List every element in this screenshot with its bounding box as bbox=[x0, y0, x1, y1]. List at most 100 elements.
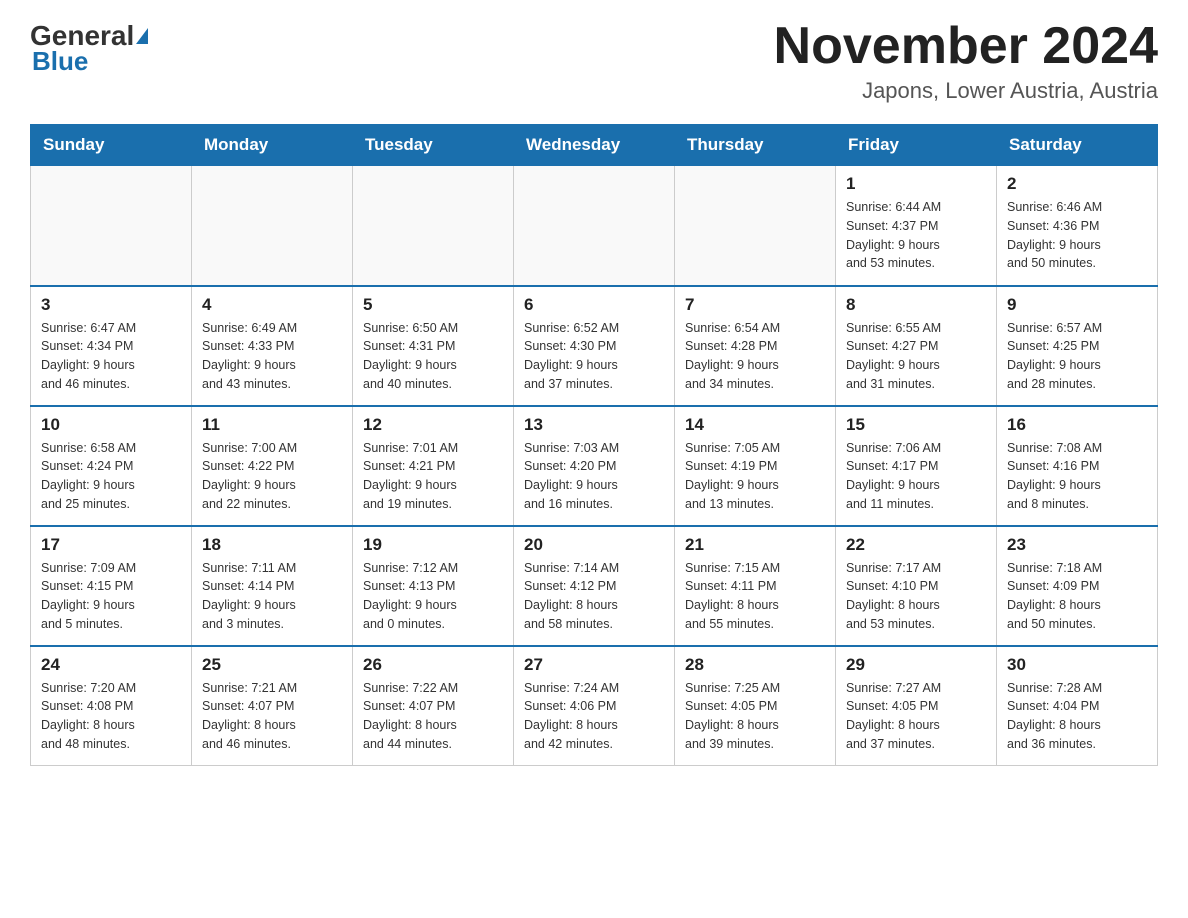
header: General Blue November 2024 Japons, Lower… bbox=[30, 20, 1158, 104]
calendar-cell: 7 Sunrise: 6:54 AM Sunset: 4:28 PM Daylig… bbox=[675, 286, 836, 406]
day-info: Sunrise: 7:15 AM Sunset: 4:11 PM Dayligh… bbox=[685, 559, 825, 634]
day-info: Sunrise: 7:05 AM Sunset: 4:19 PM Dayligh… bbox=[685, 439, 825, 514]
calendar-cell: 27 Sunrise: 7:24 AM Sunset: 4:06 PM Dayli… bbox=[514, 646, 675, 766]
day-number: 30 bbox=[1007, 655, 1147, 675]
calendar-cell: 20Sunrise: 7:14 AM Sunset: 4:12 PM Dayli… bbox=[514, 526, 675, 646]
calendar-cell: 12 Sunrise: 7:01 AM Sunset: 4:21 PM Dayli… bbox=[353, 406, 514, 526]
calendar-cell: 11 Sunrise: 7:00 AM Sunset: 4:22 PM Dayli… bbox=[192, 406, 353, 526]
calendar-cell: 30 Sunrise: 7:28 AM Sunset: 4:04 PM Dayli… bbox=[997, 646, 1158, 766]
day-number: 3 bbox=[41, 295, 181, 315]
calendar-cell: 10Sunrise: 6:58 AM Sunset: 4:24 PM Dayli… bbox=[31, 406, 192, 526]
day-info: Sunrise: 6:49 AM Sunset: 4:33 PM Dayligh… bbox=[202, 319, 342, 394]
day-info: Sunrise: 7:00 AM Sunset: 4:22 PM Dayligh… bbox=[202, 439, 342, 514]
day-number: 1 bbox=[846, 174, 986, 194]
day-number: 26 bbox=[363, 655, 503, 675]
day-info: Sunrise: 6:55 AM Sunset: 4:27 PM Dayligh… bbox=[846, 319, 986, 394]
day-info: Sunrise: 7:03 AM Sunset: 4:20 PM Dayligh… bbox=[524, 439, 664, 514]
calendar-cell: 9Sunrise: 6:57 AM Sunset: 4:25 PM Daylig… bbox=[997, 286, 1158, 406]
calendar-cell bbox=[675, 166, 836, 286]
day-info: Sunrise: 7:20 AM Sunset: 4:08 PM Dayligh… bbox=[41, 679, 181, 754]
calendar-cell: 26 Sunrise: 7:22 AM Sunset: 4:07 PM Dayli… bbox=[353, 646, 514, 766]
location-subtitle: Japons, Lower Austria, Austria bbox=[774, 78, 1158, 104]
day-number: 14 bbox=[685, 415, 825, 435]
day-info: Sunrise: 7:17 AM Sunset: 4:10 PM Dayligh… bbox=[846, 559, 986, 634]
weekday-header-tuesday: Tuesday bbox=[353, 125, 514, 166]
day-number: 10 bbox=[41, 415, 181, 435]
month-year-title: November 2024 bbox=[774, 20, 1158, 72]
day-info: Sunrise: 7:08 AM Sunset: 4:16 PM Dayligh… bbox=[1007, 439, 1147, 514]
calendar-cell: 3 Sunrise: 6:47 AM Sunset: 4:34 PM Daylig… bbox=[31, 286, 192, 406]
calendar-cell: 16 Sunrise: 7:08 AM Sunset: 4:16 PM Dayli… bbox=[997, 406, 1158, 526]
day-info: Sunrise: 7:22 AM Sunset: 4:07 PM Dayligh… bbox=[363, 679, 503, 754]
day-info: Sunrise: 6:52 AM Sunset: 4:30 PM Dayligh… bbox=[524, 319, 664, 394]
day-info: Sunrise: 7:25 AM Sunset: 4:05 PM Dayligh… bbox=[685, 679, 825, 754]
day-info: Sunrise: 6:50 AM Sunset: 4:31 PM Dayligh… bbox=[363, 319, 503, 394]
calendar-cell: 5Sunrise: 6:50 AM Sunset: 4:31 PM Daylig… bbox=[353, 286, 514, 406]
day-number: 12 bbox=[363, 415, 503, 435]
calendar-cell: 18 Sunrise: 7:11 AM Sunset: 4:14 PM Dayli… bbox=[192, 526, 353, 646]
calendar-cell: 4Sunrise: 6:49 AM Sunset: 4:33 PM Daylig… bbox=[192, 286, 353, 406]
weekday-header-row: SundayMondayTuesdayWednesdayThursdayFrid… bbox=[31, 125, 1158, 166]
calendar-week-row: 17 Sunrise: 7:09 AM Sunset: 4:15 PM Dayli… bbox=[31, 526, 1158, 646]
weekday-header-monday: Monday bbox=[192, 125, 353, 166]
calendar-cell: 28Sunrise: 7:25 AM Sunset: 4:05 PM Dayli… bbox=[675, 646, 836, 766]
logo-triangle-icon bbox=[136, 28, 148, 44]
day-info: Sunrise: 7:21 AM Sunset: 4:07 PM Dayligh… bbox=[202, 679, 342, 754]
calendar-cell: 1 Sunrise: 6:44 AM Sunset: 4:37 PM Daylig… bbox=[836, 166, 997, 286]
day-info: Sunrise: 6:47 AM Sunset: 4:34 PM Dayligh… bbox=[41, 319, 181, 394]
calendar-cell bbox=[31, 166, 192, 286]
day-number: 8 bbox=[846, 295, 986, 315]
title-area: November 2024 Japons, Lower Austria, Aus… bbox=[774, 20, 1158, 104]
calendar-cell: 8 Sunrise: 6:55 AM Sunset: 4:27 PM Daylig… bbox=[836, 286, 997, 406]
calendar-cell: 21 Sunrise: 7:15 AM Sunset: 4:11 PM Dayli… bbox=[675, 526, 836, 646]
day-number: 11 bbox=[202, 415, 342, 435]
calendar-cell: 13 Sunrise: 7:03 AM Sunset: 4:20 PM Dayli… bbox=[514, 406, 675, 526]
logo-blue: Blue bbox=[30, 46, 88, 77]
calendar-cell: 29 Sunrise: 7:27 AM Sunset: 4:05 PM Dayli… bbox=[836, 646, 997, 766]
calendar-cell: 19 Sunrise: 7:12 AM Sunset: 4:13 PM Dayli… bbox=[353, 526, 514, 646]
day-number: 17 bbox=[41, 535, 181, 555]
calendar-week-row: 1 Sunrise: 6:44 AM Sunset: 4:37 PM Daylig… bbox=[31, 166, 1158, 286]
calendar-cell: 17 Sunrise: 7:09 AM Sunset: 4:15 PM Dayli… bbox=[31, 526, 192, 646]
calendar-cell: 15Sunrise: 7:06 AM Sunset: 4:17 PM Dayli… bbox=[836, 406, 997, 526]
day-info: Sunrise: 6:57 AM Sunset: 4:25 PM Dayligh… bbox=[1007, 319, 1147, 394]
day-number: 22 bbox=[846, 535, 986, 555]
weekday-header-wednesday: Wednesday bbox=[514, 125, 675, 166]
day-number: 27 bbox=[524, 655, 664, 675]
day-number: 23 bbox=[1007, 535, 1147, 555]
day-info: Sunrise: 7:27 AM Sunset: 4:05 PM Dayligh… bbox=[846, 679, 986, 754]
weekday-header-thursday: Thursday bbox=[675, 125, 836, 166]
calendar-cell: 23 Sunrise: 7:18 AM Sunset: 4:09 PM Dayli… bbox=[997, 526, 1158, 646]
day-number: 29 bbox=[846, 655, 986, 675]
calendar-week-row: 3 Sunrise: 6:47 AM Sunset: 4:34 PM Daylig… bbox=[31, 286, 1158, 406]
day-info: Sunrise: 7:28 AM Sunset: 4:04 PM Dayligh… bbox=[1007, 679, 1147, 754]
day-number: 20 bbox=[524, 535, 664, 555]
day-info: Sunrise: 7:09 AM Sunset: 4:15 PM Dayligh… bbox=[41, 559, 181, 634]
day-info: Sunrise: 7:24 AM Sunset: 4:06 PM Dayligh… bbox=[524, 679, 664, 754]
calendar-week-row: 24Sunrise: 7:20 AM Sunset: 4:08 PM Dayli… bbox=[31, 646, 1158, 766]
day-info: Sunrise: 7:18 AM Sunset: 4:09 PM Dayligh… bbox=[1007, 559, 1147, 634]
day-number: 15 bbox=[846, 415, 986, 435]
day-number: 7 bbox=[685, 295, 825, 315]
calendar-cell bbox=[353, 166, 514, 286]
day-number: 18 bbox=[202, 535, 342, 555]
day-number: 16 bbox=[1007, 415, 1147, 435]
day-info: Sunrise: 7:01 AM Sunset: 4:21 PM Dayligh… bbox=[363, 439, 503, 514]
day-number: 25 bbox=[202, 655, 342, 675]
day-info: Sunrise: 6:44 AM Sunset: 4:37 PM Dayligh… bbox=[846, 198, 986, 273]
day-number: 2 bbox=[1007, 174, 1147, 194]
weekday-header-saturday: Saturday bbox=[997, 125, 1158, 166]
day-number: 13 bbox=[524, 415, 664, 435]
calendar-cell: 25 Sunrise: 7:21 AM Sunset: 4:07 PM Dayli… bbox=[192, 646, 353, 766]
calendar-week-row: 10Sunrise: 6:58 AM Sunset: 4:24 PM Dayli… bbox=[31, 406, 1158, 526]
day-info: Sunrise: 7:11 AM Sunset: 4:14 PM Dayligh… bbox=[202, 559, 342, 634]
calendar-cell: 14 Sunrise: 7:05 AM Sunset: 4:19 PM Dayli… bbox=[675, 406, 836, 526]
calendar-table: SundayMondayTuesdayWednesdayThursdayFrid… bbox=[30, 124, 1158, 766]
day-number: 21 bbox=[685, 535, 825, 555]
day-number: 6 bbox=[524, 295, 664, 315]
day-info: Sunrise: 6:54 AM Sunset: 4:28 PM Dayligh… bbox=[685, 319, 825, 394]
logo: General Blue bbox=[30, 20, 148, 77]
calendar-cell: 24Sunrise: 7:20 AM Sunset: 4:08 PM Dayli… bbox=[31, 646, 192, 766]
day-info: Sunrise: 7:12 AM Sunset: 4:13 PM Dayligh… bbox=[363, 559, 503, 634]
day-number: 19 bbox=[363, 535, 503, 555]
